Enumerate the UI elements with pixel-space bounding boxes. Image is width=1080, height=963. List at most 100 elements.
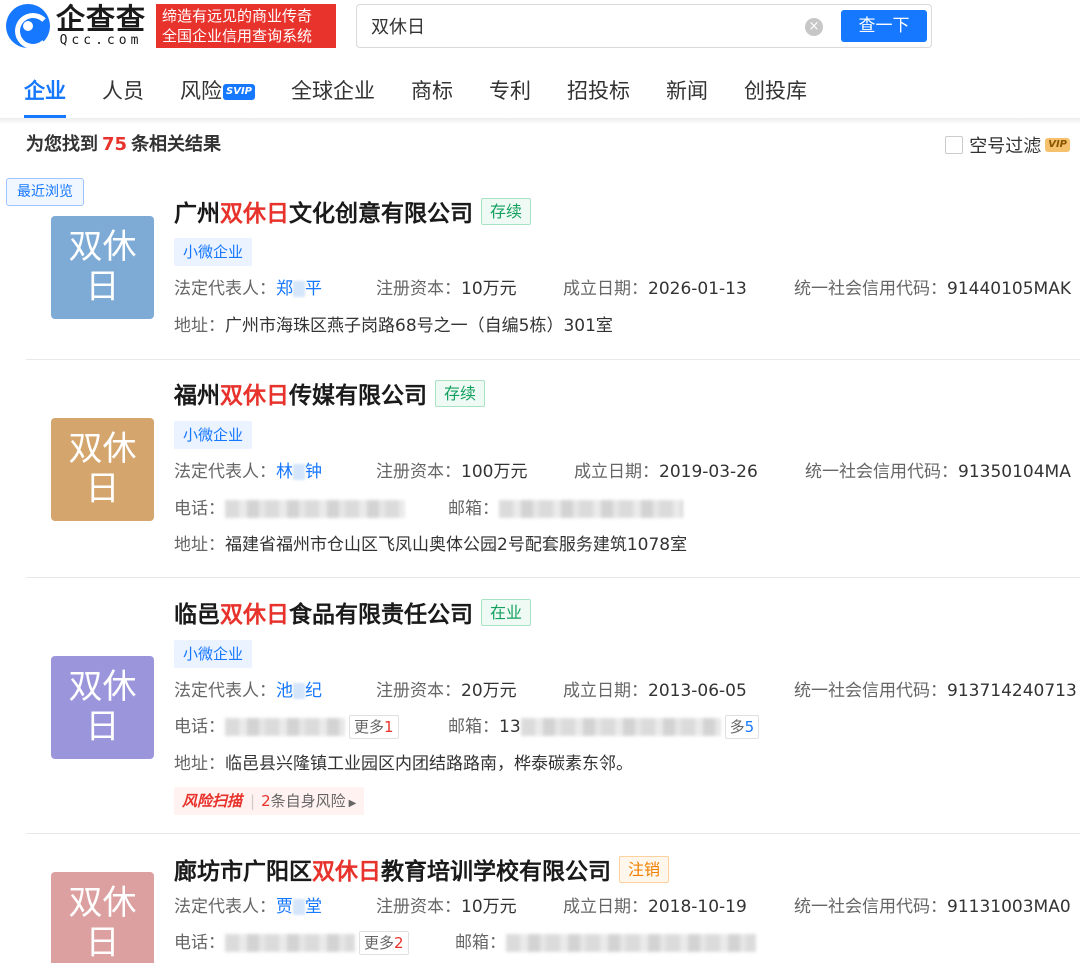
capital-value: 10万元 (461, 897, 517, 917)
legal-name-part[interactable]: 堂 (305, 897, 322, 917)
tab-news[interactable]: 新闻 (666, 66, 708, 118)
legal-name-part[interactable]: 贾 (276, 897, 293, 917)
masked-phone (225, 718, 345, 736)
name-highlight: 双休日 (220, 201, 289, 227)
email-label: 邮箱： (448, 717, 499, 737)
legal-label: 法定代表人： (174, 462, 276, 482)
avatar-text-1: 双休 (68, 429, 137, 469)
legal-name-part[interactable]: 钟 (305, 462, 322, 482)
tab-company[interactable]: 企业 (24, 66, 66, 118)
address-row: 地址：福建省福州市仓山区飞凤山奥体公园2号配套服务建筑1078室 (174, 533, 687, 557)
date-value: 2019-03-26 (659, 462, 758, 482)
legal-name-part[interactable]: 池 (276, 681, 293, 701)
registered-capital: 注册资本：100万元 (376, 460, 527, 484)
empty-number-filter[interactable]: 空号过滤 VIP (945, 132, 1070, 158)
capital-label: 注册资本： (376, 897, 461, 917)
legal-rep: 法定代表人：贾堂 (174, 895, 322, 919)
tab-label: 创投库 (744, 79, 807, 103)
result-count: 75 (102, 134, 128, 155)
vip-badge: VIP (1045, 138, 1070, 152)
company-name[interactable]: 廊坊市广阳区双休日教育培训学校有限公司 注销 (174, 856, 670, 888)
date-label: 成立日期： (563, 681, 648, 701)
info-row: 法定代表人：贾堂 注册资本：10万元 成立日期：2018-10-19 统一社会信… (174, 895, 1080, 919)
info-row: 法定代表人：池纪 注册资本：20万元 成立日期：2013-06-05 统一社会信… (174, 679, 1080, 703)
email: 邮箱： (448, 497, 683, 521)
caret-right-icon: ▶ (348, 798, 357, 809)
company-avatar: 双休 日 (51, 656, 154, 759)
masked-email (506, 934, 756, 952)
company-name[interactable]: 临邑双休日食品有限责任公司 在业 (174, 599, 532, 631)
logo-icon (6, 4, 51, 49)
avatar-text-2: 日 (85, 707, 120, 747)
name-prefix: 福州 (174, 383, 220, 409)
avatar-text-2: 日 (85, 469, 120, 509)
tab-label: 风险 (180, 79, 222, 103)
more-label: 更多 (354, 718, 385, 736)
tab-patent[interactable]: 专利 (489, 66, 531, 118)
qcc-logo[interactable]: 企查查 Qcc.com (6, 4, 146, 49)
search-box: × 查一下 (356, 4, 932, 48)
more-phones-button[interactable]: 更多1 (349, 715, 399, 739)
phone-label: 电话： (174, 499, 225, 519)
registered-capital: 注册资本：20万元 (376, 679, 517, 703)
result-card[interactable]: 双休 日 福州双休日传媒有限公司 存续 小微企业 法定代表人：林钟 注册资本：10… (26, 360, 1080, 578)
tab-venture[interactable]: 创投库 (744, 66, 807, 118)
email-label: 邮箱： (448, 499, 499, 519)
header-shadow (0, 118, 1080, 124)
tab-label: 商标 (411, 79, 453, 103)
tab-trademark[interactable]: 商标 (411, 66, 453, 118)
slogan-line-1: 缔造有远见的商业传奇 (162, 7, 313, 25)
more-count: 5 (744, 718, 755, 736)
result-summary: 为您找到 75 条相关结果 (26, 130, 221, 160)
credit-code: 统一社会信用代码：91131003MA0 (794, 895, 1071, 919)
date-value: 2018-10-19 (648, 897, 747, 917)
company-name[interactable]: 广州双休日文化创意有限公司 存续 (174, 198, 532, 230)
founding-date: 成立日期：2019-03-26 (574, 460, 758, 484)
avatar-text-2: 日 (85, 923, 120, 963)
more-count: 1 (384, 718, 394, 736)
registered-capital: 注册资本：10万元 (376, 895, 517, 919)
summary-suffix: 条相关结果 (131, 134, 222, 155)
result-card[interactable]: 双休 日 广州双休日文化创意有限公司 存续 小微企业 法定代表人：郑平 注册资本：… (26, 186, 1080, 360)
company-name[interactable]: 福州双休日传媒有限公司 存续 (174, 380, 486, 412)
address-value: 临邑县兴隆镇工业园区内团结路路南，桦泰碳素东邻。 (225, 754, 633, 774)
tab-label: 新闻 (666, 79, 708, 103)
address-row: 地址：广州市海珠区燕子岗路68号之一（自编5栋）301室 (174, 314, 613, 338)
date-label: 成立日期： (563, 897, 648, 917)
avatar-text-1: 双休 (68, 227, 137, 267)
code-value: 91131003MA0 (947, 897, 1071, 917)
more-emails-button[interactable]: 多5 (724, 715, 760, 739)
tab-risk[interactable]: 风险 SVIP (180, 66, 255, 118)
result-card[interactable]: 双休 日 廊坊市广阳区双休日教育培训学校有限公司 注销 法定代表人：贾堂 注册资本… (26, 834, 1080, 963)
tab-global-company[interactable]: 全球企业 (291, 66, 375, 118)
legal-label: 法定代表人： (174, 681, 276, 701)
capital-value: 20万元 (461, 681, 517, 701)
status-badge: 在业 (481, 599, 532, 626)
legal-name-part[interactable]: 纪 (305, 681, 322, 701)
tab-bidding[interactable]: 招投标 (567, 66, 630, 118)
company-tag: 小微企业 (174, 640, 253, 668)
tab-person[interactable]: 人员 (102, 66, 144, 118)
capital-label: 注册资本： (376, 462, 461, 482)
more-label: 多 (729, 718, 745, 736)
result-card[interactable]: 双休 日 临邑双休日食品有限责任公司 在业 小微企业 法定代表人：池纪 注册资本：… (26, 578, 1080, 834)
credit-code: 统一社会信用代码：91350104MA (805, 460, 1071, 484)
legal-name-part[interactable]: 郑 (276, 279, 293, 299)
masked-phone (225, 934, 355, 952)
contact-row: 电话： 邮箱： (174, 497, 1080, 521)
tab-label: 全球企业 (291, 79, 375, 103)
legal-rep: 法定代表人：郑平 (174, 277, 322, 301)
masked-phone (225, 500, 405, 518)
search-button[interactable]: 查一下 (841, 10, 927, 42)
name-highlight: 双休日 (220, 602, 289, 628)
more-phones-button[interactable]: 更多2 (359, 931, 409, 955)
legal-name-part[interactable]: 林 (276, 462, 293, 482)
search-input[interactable] (357, 5, 827, 47)
capital-label: 注册资本： (376, 279, 461, 299)
legal-name-part[interactable]: 平 (305, 279, 322, 299)
masked-text (293, 899, 305, 915)
filter-checkbox[interactable] (945, 136, 964, 154)
clear-icon[interactable]: × (805, 18, 823, 36)
risk-scan-badge[interactable]: 风险扫描 | 2条自身风险 ▶ (174, 787, 365, 815)
capital-label: 注册资本： (376, 681, 461, 701)
